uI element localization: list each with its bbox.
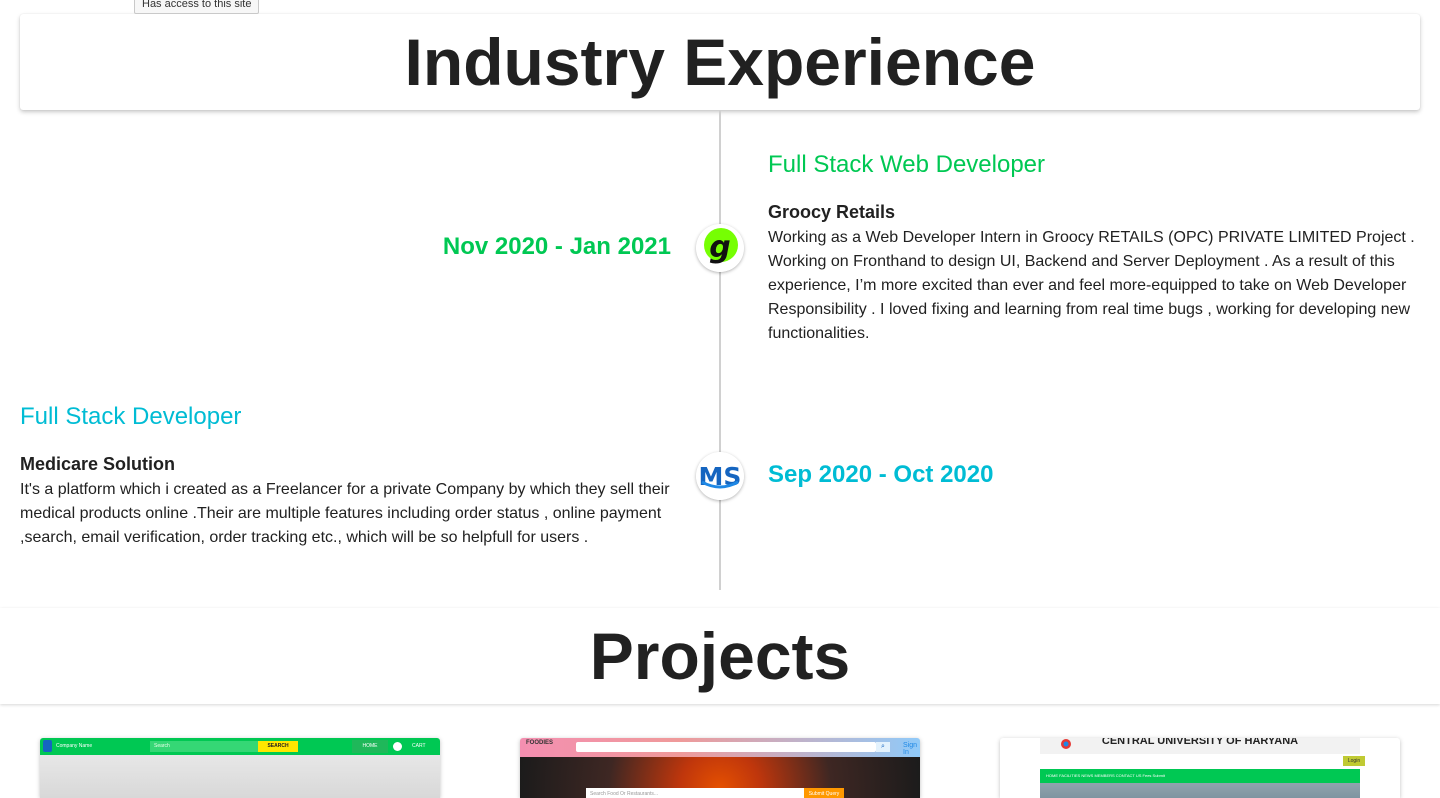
thumb-hero: Search Food Or Restaurants... Submit Que…	[520, 757, 920, 798]
thumb-title: CENTRAL UNIVERSITY OF HARYANA	[1040, 738, 1360, 754]
projects-header-card: Projects	[0, 608, 1440, 704]
experience-2-role: Full Stack Developer	[20, 403, 242, 430]
thumb-navbar: FOODIES ⌕ Sign In	[520, 738, 920, 757]
thumb-login-button: Login	[1343, 756, 1365, 766]
thumb-search-input	[576, 742, 876, 752]
brand-logo-icon	[43, 740, 52, 752]
experience-2-company: Medicare Solution	[20, 454, 176, 474]
experience-header-card: Industry Experience	[20, 14, 1420, 110]
timeline-line	[719, 110, 721, 590]
groocy-g-logo-icon: g	[696, 224, 744, 272]
thumb-navbar: Company Name Search SEARCH HOME CART	[40, 738, 440, 755]
account-icon	[393, 742, 402, 751]
thumb-hero	[40, 755, 440, 798]
experience-1-description: Working as a Web Developer Intern in Gro…	[768, 229, 1415, 342]
experience-1-date: Nov 2020 - Jan 2021	[442, 233, 671, 260]
university-emblem-icon	[1061, 739, 1071, 749]
thumb-home-link: HOME	[352, 740, 388, 753]
project-card-foodies[interactable]: FOODIES ⌕ Sign In Search Food Or Restaur…	[520, 738, 920, 798]
thumb-sign-in: Sign In	[903, 742, 918, 756]
experience-heading: Industry Experience	[404, 25, 1036, 99]
ms-logo-icon: MS	[696, 452, 744, 500]
search-icon: ⌕	[876, 742, 890, 752]
project-card-ecommerce[interactable]: Company Name Search SEARCH HOME CART	[40, 738, 440, 798]
experience-2-date: Sep 2020 - Oct 2020	[768, 461, 994, 488]
project-card-university[interactable]: CENTRAL UNIVERSITY OF HARYANA Login HOME…	[1000, 738, 1400, 798]
experience-1-role: Full Stack Web Developer	[768, 151, 1046, 178]
thumb-hero	[1040, 783, 1360, 798]
experience-2-description: It's a platform which i created as a Fre…	[20, 481, 670, 546]
svg-text:g: g	[709, 230, 730, 265]
thumb-brand: Company Name	[56, 743, 93, 749]
thumb-search-input: Search	[150, 741, 258, 752]
thumb-brand: FOODIES	[526, 740, 554, 746]
site-access-tooltip: Has access to this site	[134, 0, 260, 14]
thumb-navbar: HOME FACILITIES NEWS MEMBERS CONTACT US …	[1040, 769, 1360, 783]
thumb-cart-link: CART	[412, 743, 426, 749]
thumb-search-button: SEARCH	[258, 741, 298, 752]
projects-heading: Projects	[589, 619, 851, 693]
experience-1-company: Groocy Retails	[768, 202, 896, 222]
